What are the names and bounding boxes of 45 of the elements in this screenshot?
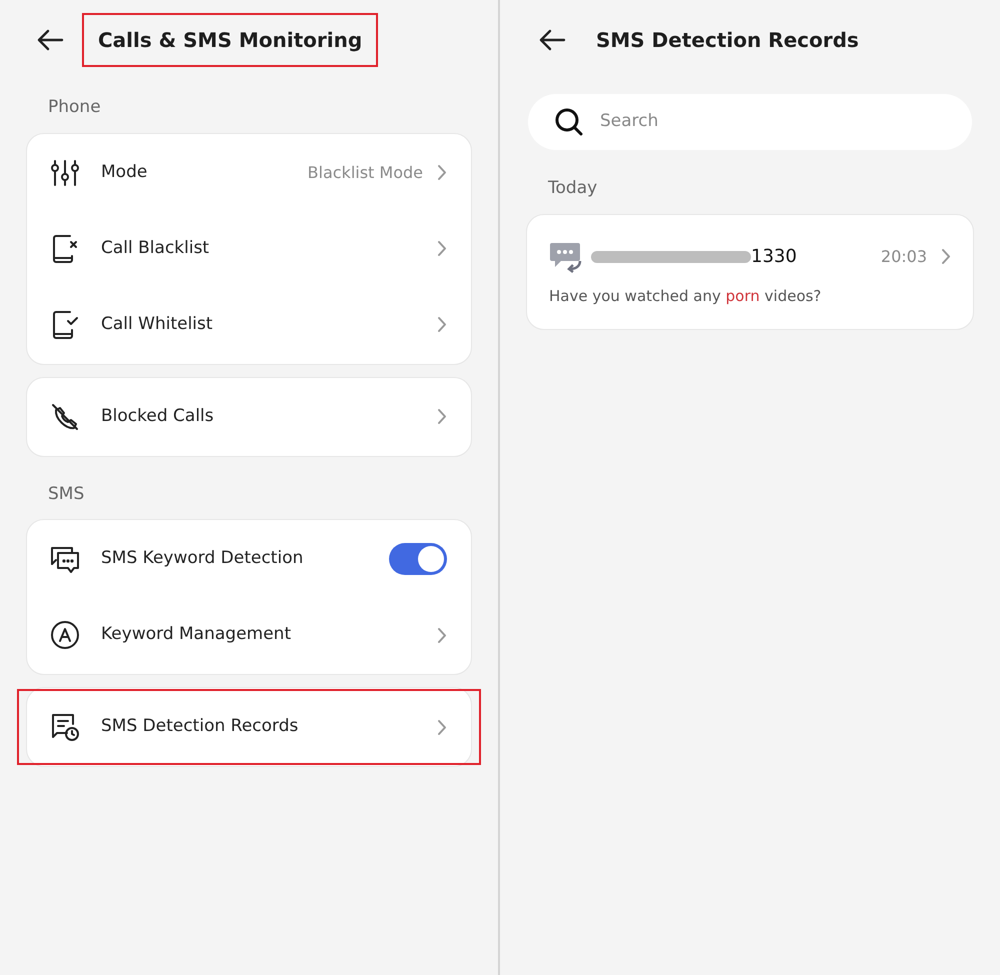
settings-row[interactable]: Blocked Calls xyxy=(27,378,471,454)
row-label: Keyword Management xyxy=(101,623,291,646)
message-clock-icon xyxy=(49,711,81,743)
settings-row[interactable]: Call Whitelist xyxy=(27,286,471,362)
letter-a-icon xyxy=(50,620,80,650)
row-label: Call Whitelist xyxy=(101,312,213,336)
settings-row[interactable]: Mode Blacklist Mode xyxy=(27,134,471,210)
sender-number: 1330 xyxy=(751,245,797,269)
message-preview: Have you watched any porn videos? xyxy=(549,286,822,306)
date-header: Today xyxy=(547,177,598,200)
row-label: SMS Detection Records xyxy=(101,715,298,738)
record-time: 20:03 xyxy=(880,246,927,268)
settings-row[interactable]: Call Blacklist xyxy=(27,210,471,286)
toggle-switch[interactable] xyxy=(389,543,447,575)
record-card[interactable]: 1330 20:03 Have you watched any porn videos? xyxy=(526,214,974,330)
section-label: Phone xyxy=(47,96,101,119)
book-check-icon xyxy=(50,308,80,340)
sliders-icon xyxy=(50,158,80,186)
chevron-right-icon xyxy=(437,316,447,333)
chevron-right-icon xyxy=(437,408,447,425)
chevron-right-icon xyxy=(437,240,447,257)
search-input[interactable]: Search xyxy=(600,109,972,135)
message-reply-icon xyxy=(549,240,583,272)
search-icon xyxy=(554,107,584,137)
row-label: Call Blacklist xyxy=(101,236,210,260)
back-arrow-icon[interactable] xyxy=(538,29,566,51)
book-x-icon xyxy=(50,232,80,264)
chevron-right-icon xyxy=(941,248,951,265)
row-label: SMS Keyword Detection xyxy=(101,547,304,570)
settings-row[interactable]: SMS Keyword Detection xyxy=(27,521,471,597)
page-title: SMS Detection Records xyxy=(596,27,859,54)
search-field[interactable]: Search xyxy=(528,94,972,150)
back-arrow-icon[interactable] xyxy=(36,29,64,51)
chat-icon xyxy=(49,544,81,574)
chevron-right-icon xyxy=(437,626,447,644)
section-label: SMS xyxy=(47,482,84,506)
settings-row[interactable]: SMS Detection Records xyxy=(17,689,481,765)
phone-off-icon xyxy=(50,402,80,432)
row-label: Blocked Calls xyxy=(101,404,214,428)
mode-value: Blacklist Mode xyxy=(308,162,423,184)
page-title: Calls & SMS Monitoring xyxy=(82,13,378,67)
row-label: Mode xyxy=(101,160,148,184)
chevron-right-icon xyxy=(437,164,447,181)
settings-row[interactable]: Keyword Management xyxy=(27,597,471,673)
chevron-right-icon xyxy=(437,718,447,736)
